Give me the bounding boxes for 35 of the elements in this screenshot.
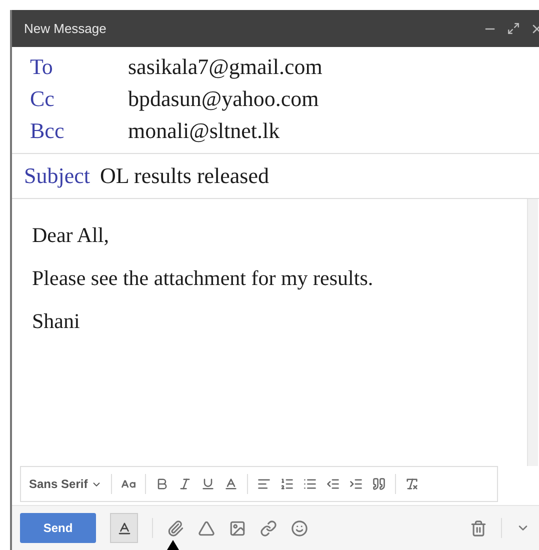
numbered-list-icon[interactable] [280, 477, 294, 491]
field-label: Bcc [30, 118, 66, 144]
recipient-address: sasikala7@gmail.com [128, 54, 322, 80]
remove-formatting-icon[interactable] [404, 477, 419, 491]
scrollbar[interactable] [527, 199, 538, 466]
indent-less-icon[interactable] [326, 477, 340, 491]
field-label: Cc [30, 86, 56, 112]
triangle-icon[interactable] [198, 520, 215, 536]
body-paragraph: Dear All, [32, 223, 110, 248]
send-button[interactable]: Send [20, 513, 96, 543]
smiley-icon[interactable] [291, 520, 308, 536]
image-icon[interactable] [229, 520, 246, 536]
paperclip-icon[interactable] [167, 520, 184, 536]
font-dropdown[interactable]: Sans Serif [29, 477, 102, 491]
maximize-icon[interactable] [507, 22, 520, 35]
link-icon[interactable] [260, 520, 277, 536]
body-paragraph: Please see the attachment for my results. [32, 266, 374, 291]
indent-more-icon[interactable] [348, 477, 363, 491]
quote-icon[interactable] [372, 477, 386, 491]
trash-icon[interactable] [470, 520, 487, 536]
recipient-address: bpdasun@yahoo.com [128, 86, 319, 112]
underlined-letter-icon [116, 520, 132, 536]
body-paragraph: Shani [32, 309, 81, 334]
pointer-arrow [167, 540, 179, 550]
italic-icon[interactable] [178, 477, 192, 491]
subject-text: OL results released [100, 163, 270, 189]
field-label: To [30, 54, 54, 80]
text-color-icon[interactable] [224, 477, 238, 491]
align-icon[interactable] [256, 477, 271, 491]
formatting-toggle-button[interactable] [110, 513, 138, 543]
window-title: New Message [24, 21, 106, 36]
recipient-address: monali@sltnet.lk [128, 118, 280, 144]
bulleted-list-icon[interactable] [302, 477, 317, 491]
field-label: Subject [24, 163, 90, 189]
underline-icon[interactable] [200, 477, 215, 491]
